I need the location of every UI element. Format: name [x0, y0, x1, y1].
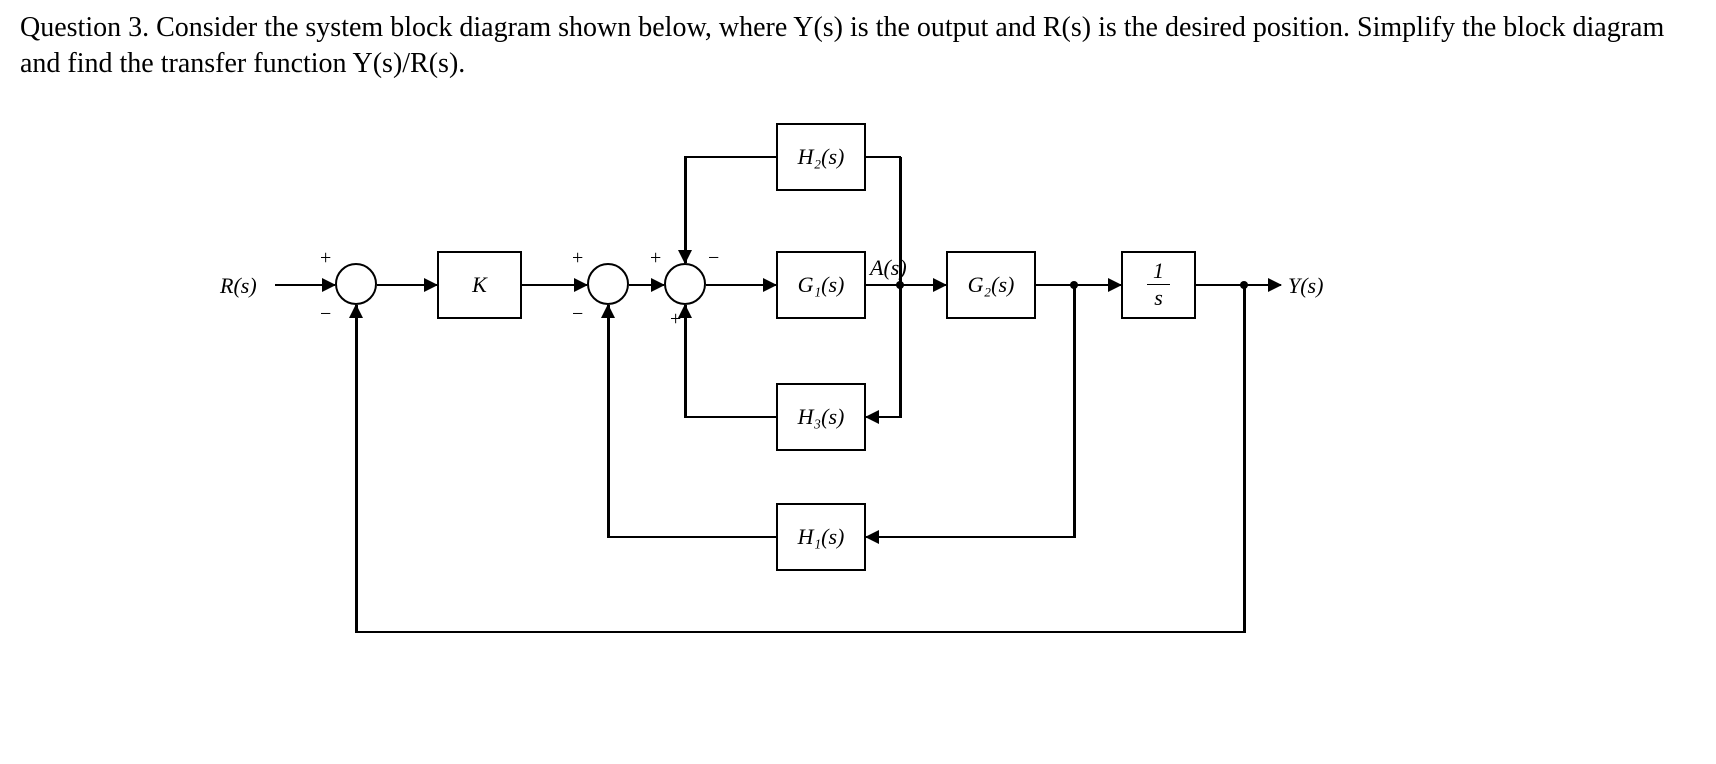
- block-H2: H₂(s): [776, 123, 866, 191]
- block-H3: H₃(s): [776, 383, 866, 451]
- block-integrator: 1 s: [1121, 251, 1196, 319]
- sum1-minus: −: [320, 303, 331, 326]
- summing-junction-3: [664, 263, 706, 305]
- block-K: K: [437, 251, 522, 319]
- integrator-numerator: 1: [1147, 260, 1170, 285]
- summing-junction-1: [335, 263, 377, 305]
- block-diagram: R(s) + − K + − + − + G₁(s) A(s) G₂(s) 1 …: [220, 103, 1320, 663]
- sum1-plus: +: [320, 247, 331, 270]
- summing-junction-2: [587, 263, 629, 305]
- block-G2: G₂(s): [946, 251, 1036, 319]
- block-G1: G₁(s): [776, 251, 866, 319]
- question-text: Question 3. Consider the system block di…: [20, 10, 1696, 83]
- sum3-plus-left: +: [650, 247, 661, 270]
- input-signal-label: R(s): [220, 273, 257, 299]
- output-signal-label: Y(s): [1288, 273, 1323, 299]
- sum2-minus: −: [572, 303, 583, 326]
- sum2-plus: +: [572, 247, 583, 270]
- integrator-denominator: s: [1154, 285, 1163, 309]
- sum3-minus-top: −: [708, 247, 719, 270]
- block-H1: H₁(s): [776, 503, 866, 571]
